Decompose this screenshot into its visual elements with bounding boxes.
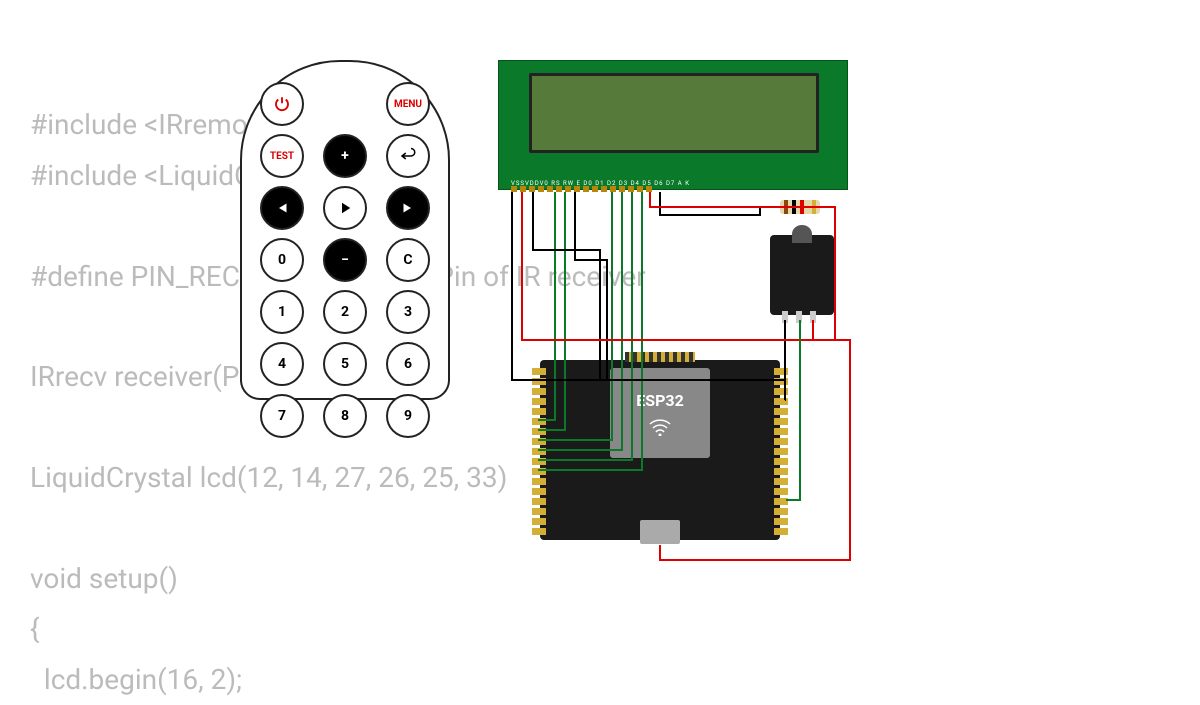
esp32-label: ESP32 [636, 391, 684, 410]
ir-sensor-dome [792, 225, 812, 243]
resistor-lead [820, 206, 835, 208]
esp32-shield: ESP32 [610, 368, 710, 458]
resistor-band [792, 200, 796, 214]
code-line: { [30, 612, 39, 645]
resistor-lead [765, 206, 780, 208]
resistor-band [784, 200, 788, 214]
num-9-button[interactable]: 9 [386, 394, 430, 438]
esp32-pins-right [774, 368, 788, 535]
resistor [765, 200, 835, 214]
menu-button[interactable]: MENU [386, 82, 430, 126]
esp32-usb-port [640, 520, 680, 544]
resistor-body [780, 200, 820, 214]
resistor-band [800, 200, 804, 214]
esp32-board: ESP32 [540, 360, 780, 540]
esp32-pins-left [532, 368, 546, 535]
play-icon [336, 199, 354, 217]
code-line: LiquidCrystal lcd(12, 14, 27, 26, 25, 33… [30, 461, 507, 494]
play-button[interactable] [323, 186, 367, 230]
code-line: Pin of IR receiver [436, 260, 645, 293]
esp32-antenna [625, 352, 695, 362]
minus-button[interactable]: − [323, 238, 367, 282]
num-5-button[interactable]: 5 [323, 342, 367, 386]
prev-icon [273, 199, 291, 217]
num-4-button[interactable]: 4 [260, 342, 304, 386]
resistor-band [812, 200, 816, 214]
back-icon [399, 147, 417, 165]
num-1-button[interactable]: 1 [260, 290, 304, 334]
c-button[interactable]: C [386, 238, 430, 282]
lcd-pin-row [511, 186, 652, 192]
num-6-button[interactable]: 6 [386, 342, 430, 386]
num-8-button[interactable]: 8 [323, 394, 367, 438]
num-2-button[interactable]: 2 [323, 290, 367, 334]
power-icon [273, 95, 291, 113]
prev-button[interactable] [260, 186, 304, 230]
plus-button[interactable]: + [323, 134, 367, 178]
lcd-screen [529, 73, 819, 153]
lcd-module: VSSVDDV0 RS RW E D0 D1 D2 D3 D4 D5 D6 D7… [498, 60, 848, 190]
zero-button[interactable]: 0 [260, 238, 304, 282]
next-button[interactable] [386, 186, 430, 230]
ir-remote: MENU TEST + 0 − C 1 2 3 4 5 6 7 8 9 [240, 60, 450, 400]
test-button[interactable]: TEST [260, 134, 304, 178]
num-3-button[interactable]: 3 [386, 290, 430, 334]
power-button[interactable] [260, 82, 304, 126]
code-line: void setup() [30, 562, 178, 595]
ir-module-pins [782, 311, 816, 323]
next-icon [399, 199, 417, 217]
wifi-icon [648, 416, 672, 436]
num-7-button[interactable]: 7 [260, 394, 304, 438]
back-button[interactable] [386, 134, 430, 178]
ir-receiver-module [770, 235, 834, 315]
code-line: lcd.begin(16, 2); [30, 663, 242, 696]
